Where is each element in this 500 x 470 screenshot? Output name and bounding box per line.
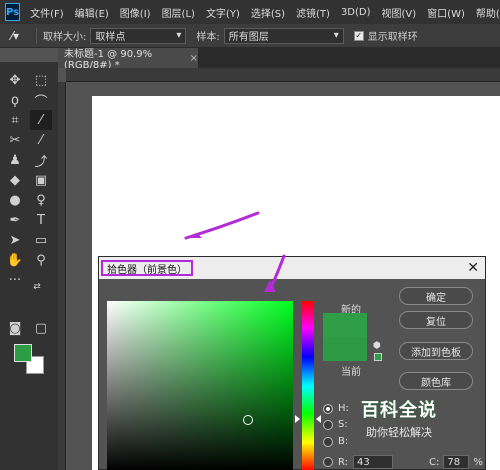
ruler-vertical xyxy=(58,82,66,470)
color-selection-marker[interactable] xyxy=(243,415,253,425)
tools-panel: ✥ ⬚ ϙ ⌒ ⌗ ⁄ ✂ ⁄ ♟ ⤴ ◆ ▣ ● ♀ ✒ T ➤ ▭ ✋ ⚲ … xyxy=(0,62,58,470)
eyedropper-icon[interactable]: ⁄ xyxy=(30,110,52,130)
menu-window[interactable]: 窗口(W) xyxy=(427,5,465,20)
menu-type[interactable]: 文字(Y) xyxy=(206,5,240,20)
sample-size-label: 取样大小: xyxy=(43,32,87,43)
watermark-sub-text: 助你轻松解决 xyxy=(366,426,432,439)
blur-icon[interactable]: ● xyxy=(4,190,26,210)
menu-select[interactable]: 选择(S) xyxy=(251,5,285,20)
sample-label: 样本: xyxy=(196,32,220,43)
menu-edit[interactable]: 编辑(E) xyxy=(75,5,109,20)
stamp-icon[interactable]: ♟ xyxy=(4,150,26,170)
healing-icon[interactable]: ✂ xyxy=(4,130,26,150)
chevron-down-icon: ▾ xyxy=(176,30,182,41)
shape-icon[interactable]: ▭ xyxy=(30,230,52,250)
screen-mode-icon[interactable]: ▢ xyxy=(30,318,52,338)
menu-file[interactable]: 文件(F) xyxy=(30,5,64,20)
r-label: R: xyxy=(338,456,349,468)
path-select-icon[interactable]: ➤ xyxy=(4,230,26,250)
quick-select-icon[interactable]: ⌒ xyxy=(30,90,52,110)
eyedropper-preset-icon[interactable]: ⁄▾ xyxy=(0,29,30,43)
watermark-main-text: 百科全说 xyxy=(361,400,437,421)
hand-icon[interactable]: ✋ xyxy=(4,250,26,270)
brush-icon[interactable]: ⁄ xyxy=(30,130,52,150)
cube-icon[interactable]: ⬢ xyxy=(373,341,383,351)
sample-size-value: 取样点 xyxy=(95,32,126,43)
eraser-icon[interactable]: ◆ xyxy=(4,170,26,190)
menu-image[interactable]: 图像(I) xyxy=(120,5,151,20)
current-color-label: 当前 xyxy=(341,367,361,378)
dialog-titlebar: 拾色器（前景色） ✕ xyxy=(99,257,485,279)
r-field-row: R: 43 xyxy=(323,455,394,469)
crop-icon[interactable]: ⌗ xyxy=(4,110,26,130)
websafe-color-swatch[interactable] xyxy=(374,353,382,361)
move-icon[interactable]: ✥ xyxy=(4,70,26,90)
current-color-swatch[interactable] xyxy=(323,337,367,361)
document-tab[interactable]: 未标题-1 @ 90.9%(RGB/8#) * × xyxy=(58,48,198,71)
zoom-icon[interactable]: ⚲ xyxy=(30,250,52,270)
ok-button[interactable]: 确定 xyxy=(399,287,473,305)
chevron-down-icon: ▾ xyxy=(333,30,339,41)
swap-colors-icon[interactable]: ⇄ xyxy=(30,280,44,294)
options-divider xyxy=(36,27,37,44)
r-radio[interactable] xyxy=(323,457,333,467)
c-unit: % xyxy=(473,456,483,468)
b-radio[interactable] xyxy=(323,436,333,447)
menu-help[interactable]: 帮助(H) xyxy=(476,5,500,20)
sample-size-select[interactable]: 取样点 ▾ xyxy=(90,27,187,44)
r-input[interactable]: 43 xyxy=(353,455,394,469)
dodge-icon[interactable]: ♀ xyxy=(30,190,52,210)
app-logo: Ps xyxy=(5,3,21,21)
watermark: 百科全说 助你轻松解决 xyxy=(334,396,464,446)
type-icon[interactable]: T xyxy=(30,210,52,230)
pen-icon[interactable]: ✒ xyxy=(4,210,26,230)
more-icon[interactable]: ··· xyxy=(4,270,26,290)
close-icon[interactable]: ✕ xyxy=(467,260,479,276)
menu-view[interactable]: 视图(V) xyxy=(382,5,417,20)
hue-slider[interactable] xyxy=(302,301,314,470)
menu-layer[interactable]: 图层(L) xyxy=(162,5,195,20)
history-brush-icon[interactable]: ⤴ xyxy=(30,150,52,170)
show-ring-checkbox[interactable]: ✓ xyxy=(353,30,364,41)
ruler-horizontal xyxy=(66,68,500,82)
close-icon[interactable]: × xyxy=(190,53,198,64)
add-to-swatches-button[interactable]: 添加到色板 xyxy=(399,342,473,360)
menu-3d[interactable]: 3D(D) xyxy=(341,7,371,18)
menu-bar: Ps 文件(F) 编辑(E) 图像(I) 图层(L) 文字(Y) 选择(S) 滤… xyxy=(0,0,500,24)
c-label: C: xyxy=(429,456,440,468)
new-color-swatch xyxy=(323,313,367,337)
marquee-icon[interactable]: ⬚ xyxy=(30,70,52,90)
photoshop-window: Ps 文件(F) 编辑(E) 图像(I) 图层(L) 文字(Y) 选择(S) 滤… xyxy=(0,0,500,470)
menu-filter[interactable]: 滤镜(T) xyxy=(296,5,330,20)
sample-select[interactable]: 所有图层 ▾ xyxy=(223,27,344,44)
saturation-brightness-field[interactable] xyxy=(107,301,293,470)
h-radio[interactable] xyxy=(323,403,333,414)
hue-slider-right-arrow-icon[interactable] xyxy=(316,415,321,423)
gradient-icon[interactable]: ▣ xyxy=(30,170,52,190)
dialog-title: 拾色器（前景色） xyxy=(101,260,193,276)
c-field-row: C: 78 % xyxy=(429,455,483,469)
foreground-color-swatch[interactable] xyxy=(14,344,32,362)
s-radio[interactable] xyxy=(323,419,333,430)
reset-button[interactable]: 复位 xyxy=(399,311,473,329)
lasso-icon[interactable]: ϙ xyxy=(4,90,26,110)
color-libraries-button[interactable]: 颜色库 xyxy=(399,372,473,390)
sample-value: 所有图层 xyxy=(228,32,269,43)
c-input[interactable]: 78 xyxy=(443,455,470,469)
hue-slider-left-arrow-icon[interactable] xyxy=(295,415,300,423)
quick-mask-icon[interactable]: ◙ xyxy=(4,318,26,338)
show-ring-label: 显示取样环 xyxy=(367,32,418,43)
